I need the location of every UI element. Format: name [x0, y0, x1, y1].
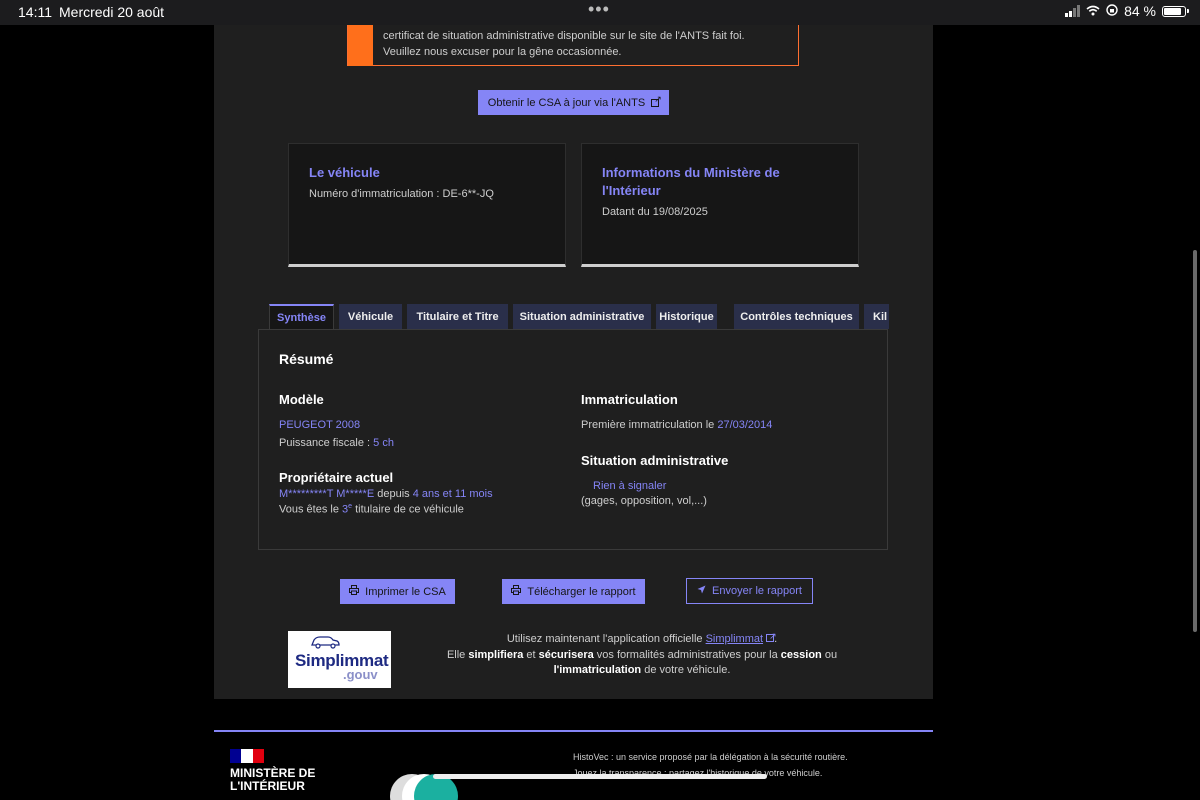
status-bar: 14:11 Mercredi 20 août ••• 84 % — [0, 0, 1200, 25]
ministry-date: Datant du 19/08/2025 — [602, 206, 708, 218]
download-button-label: Télécharger le rapport — [527, 585, 636, 598]
status-right: 84 % — [1065, 3, 1189, 19]
download-button[interactable]: Télécharger le rapport — [502, 579, 645, 604]
external-link-icon — [651, 94, 662, 107]
first-immat: Première immatriculation le 27/03/2014 — [581, 419, 772, 431]
immat-title: Immatriculation — [581, 392, 678, 407]
model-title: Modèle — [279, 392, 324, 407]
promo-l2-c: et — [523, 648, 539, 661]
first-immat-date: 27/03/2014 — [717, 419, 773, 431]
printer-icon — [349, 585, 360, 598]
promo-l2-b: simplifiera — [468, 648, 524, 661]
tab-vehicule[interactable]: Véhicule — [339, 304, 402, 329]
situation-value-text: Rien à signaler — [593, 480, 667, 492]
footer-divider — [214, 730, 933, 732]
summary-title: Résumé — [279, 351, 334, 367]
owner-title: Propriétaire actuel — [279, 470, 394, 485]
promo-l3-a: l'immatriculation — [553, 664, 642, 676]
marianne-flag-icon — [230, 749, 264, 763]
logo-suffix: .gouv — [343, 667, 378, 682]
warning-alert: certificat de situation administrative d… — [347, 25, 799, 66]
promo-l2-d: sécurisera — [538, 648, 594, 661]
alert-text: certificat de situation administrative d… — [383, 28, 745, 60]
ants-button[interactable]: Obtenir le CSA à jour via l'ANTS — [478, 90, 669, 115]
footer-note-1: HistoVec : un service proposé par la dél… — [573, 752, 848, 762]
simplimmat-logo[interactable]: Simplimmat .gouv — [288, 631, 391, 688]
ants-button-label: Obtenir le CSA à jour via l'ANTS — [487, 96, 646, 109]
owner-line: M*********T M*****E depuis 4 ans et 11 m… — [279, 488, 493, 500]
simplimmat-promo: Utilisez maintenant l'application offici… — [440, 629, 844, 679]
ministry-card-title: Informations du Ministère de l'Intérieur — [602, 165, 780, 198]
tab-synthese[interactable]: Synthèse — [269, 304, 334, 329]
fiscal-value: 5 ch — [373, 437, 394, 449]
status-date: Mercredi 20 août — [59, 4, 165, 20]
printer-icon — [511, 585, 522, 598]
multitask-dots-icon[interactable]: ••• — [588, 0, 610, 20]
model-name: PEUGEOT 2008 — [279, 419, 361, 431]
send-icon — [697, 585, 706, 597]
print-button-label: Imprimer le CSA — [365, 585, 446, 598]
signal-icon — [1065, 5, 1081, 17]
battery-icon — [1162, 5, 1189, 17]
car-icon — [311, 636, 340, 649]
promo-l2-e: vos formalités administratives pour la — [593, 648, 781, 661]
ministry-label: MINISTÈRE DE L'INTÉRIEUR — [230, 766, 316, 793]
since-value: 4 ans et 11 mois — [412, 488, 493, 500]
since-label: depuis — [374, 488, 413, 500]
alert-line-2: Veuillez nous excuser pour la gêne occas… — [383, 46, 622, 58]
home-indicator[interactable] — [433, 774, 767, 779]
promo-l2-g: ou — [821, 648, 838, 661]
holder-prefix: Vous êtes le — [279, 503, 342, 516]
fiscal-label: Puissance fiscale : — [279, 437, 374, 449]
warning-bar — [348, 25, 373, 66]
wifi-icon — [1086, 3, 1100, 19]
fiscal-power: Puissance fiscale : 5 ch — [279, 437, 394, 449]
tab-controles[interactable]: Contrôles techniques — [734, 304, 859, 329]
owner-name: M*********T M*****E — [279, 488, 375, 500]
vehicle-card: Le véhicule Numéro d'immatriculation : D… — [288, 143, 566, 267]
status-time: 14:11 — [18, 4, 52, 20]
holder-suffix: titulaire de ce véhicule — [352, 503, 464, 516]
situation-value: Rien à signaler — [593, 480, 666, 492]
send-button-label: Envoyer le rapport — [712, 585, 802, 597]
rotation-lock-icon — [1106, 3, 1118, 19]
promo-intro: Utilisez maintenant l'application offici… — [506, 633, 706, 645]
promo-l2-f: cession — [780, 648, 822, 661]
situation-detail: (gages, opposition, vol,...) — [581, 495, 707, 507]
battery-percent: 84 % — [1124, 3, 1156, 19]
simplimmat-link[interactable]: Simplimmat — [706, 633, 763, 645]
ministry-card: Informations du Ministère de l'Intérieur… — [581, 143, 859, 267]
tab-historique[interactable]: Historique — [656, 304, 717, 329]
tab-titulaire[interactable]: Titulaire et Titre — [407, 304, 508, 329]
tab-kilometrage[interactable]: Kil — [864, 304, 889, 329]
scrollbar[interactable] — [1193, 250, 1197, 632]
tab-situation[interactable]: Situation administrative — [513, 304, 651, 329]
holder-line: Vous êtes le 3e titulaire de ce véhicule — [279, 503, 464, 516]
first-immat-label: Première immatriculation le — [581, 419, 718, 431]
promo-l3-b: de votre véhicule. — [641, 664, 731, 676]
model-value: PEUGEOT 2008 — [279, 419, 360, 431]
promo-l2-a: Elle — [446, 648, 469, 661]
vehicle-plate: Numéro d'immatriculation : DE-6**-JQ — [309, 188, 494, 200]
external-link-icon — [766, 629, 777, 645]
situation-title: Situation administrative — [581, 453, 729, 468]
print-button[interactable]: Imprimer le CSA — [340, 579, 455, 604]
tab-bar: Synthèse Véhicule Titulaire et Titre Sit… — [268, 304, 889, 329]
vehicle-card-title: Le véhicule — [309, 165, 380, 180]
alert-line-1: certificat de situation administrative d… — [383, 30, 745, 42]
send-button[interactable]: Envoyer le rapport — [686, 578, 813, 604]
